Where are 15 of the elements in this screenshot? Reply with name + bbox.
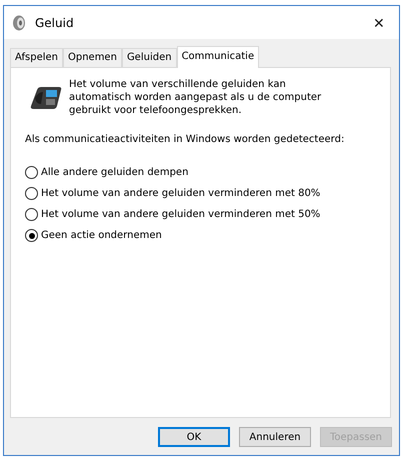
tab[interactable]: Afspelen [10,48,63,67]
speaker-icon [12,14,26,30]
description-text: Het volume van verschillende geluiden kan automatisch worden aangepast als u de computer gebruikt voor telefoongesprekken. [69,78,322,117]
radio-option[interactable]: Geen actie ondernemen [25,229,380,242]
radio-option[interactable]: Het volume van andere geluiden verminderen met 80% [25,187,380,200]
prompt-text: Als communicatieactiviteiten in Windows worden gedetecteerd: [25,134,346,145]
tab[interactable]: Opnemen [62,48,122,67]
window-title: Geluid [35,16,75,30]
radio-option[interactable]: Alle andere geluiden dempen [25,166,380,179]
radio-option[interactable]: Het volume van andere geluiden verminderen met 50% [25,208,380,221]
dialog-button[interactable]: Annuleren [239,427,311,447]
dialog-button[interactable]: OK [158,427,230,447]
tab[interactable]: Geluiden [122,48,177,67]
close-button[interactable]: ✕ [359,8,399,38]
tab[interactable]: Communicatie [176,46,260,68]
